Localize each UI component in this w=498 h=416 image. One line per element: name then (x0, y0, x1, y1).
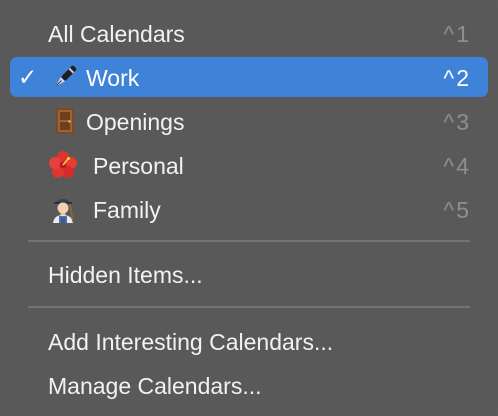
pen-icon (55, 65, 77, 87)
door-icon (56, 108, 74, 134)
menu-item-shortcut: ^1 (443, 21, 471, 47)
menu-item-shortcut: ^3 (443, 109, 471, 135)
menu-item-label: All Calendars (48, 21, 185, 47)
menu-item-openings[interactable]: Openings ^3 (10, 101, 488, 141)
menu-item-hidden-items[interactable]: Hidden Items... (10, 254, 488, 294)
menu-item-manage-calendars[interactable]: Manage Calendars... (10, 365, 488, 405)
hibiscus-icon (49, 151, 77, 178)
menu-item-add-interesting-calendars[interactable]: Add Interesting Calendars... (10, 321, 488, 361)
menu-item-work[interactable]: ✓ Work ^2 (10, 57, 488, 97)
menu-item-label: Work (86, 65, 140, 91)
menu-item-label: Personal (93, 153, 184, 179)
menu-item-shortcut: ^4 (443, 153, 471, 179)
menu-separator (28, 306, 470, 308)
checkmark-icon: ✓ (18, 64, 38, 90)
menu-item-all-calendars[interactable]: All Calendars ^1 (10, 13, 488, 53)
farmer-icon (53, 199, 74, 223)
menu-item-personal[interactable]: Personal ^4 (10, 145, 488, 185)
menu-item-shortcut: ^5 (443, 197, 471, 223)
menu-item-label: Add Interesting Calendars... (48, 329, 334, 355)
menu-item-label: Manage Calendars... (48, 373, 262, 399)
calendar-menu: All Calendars ^1 ✓ Work ^2 Openings ^3 P… (0, 0, 498, 416)
menu-item-label: Hidden Items... (48, 262, 203, 288)
menu-item-label: Family (93, 197, 161, 223)
menu-item-shortcut: ^2 (443, 65, 471, 91)
menu-item-family[interactable]: Family ^5 (10, 189, 488, 229)
menu-item-label: Openings (86, 109, 185, 135)
menu-separator (28, 240, 470, 242)
